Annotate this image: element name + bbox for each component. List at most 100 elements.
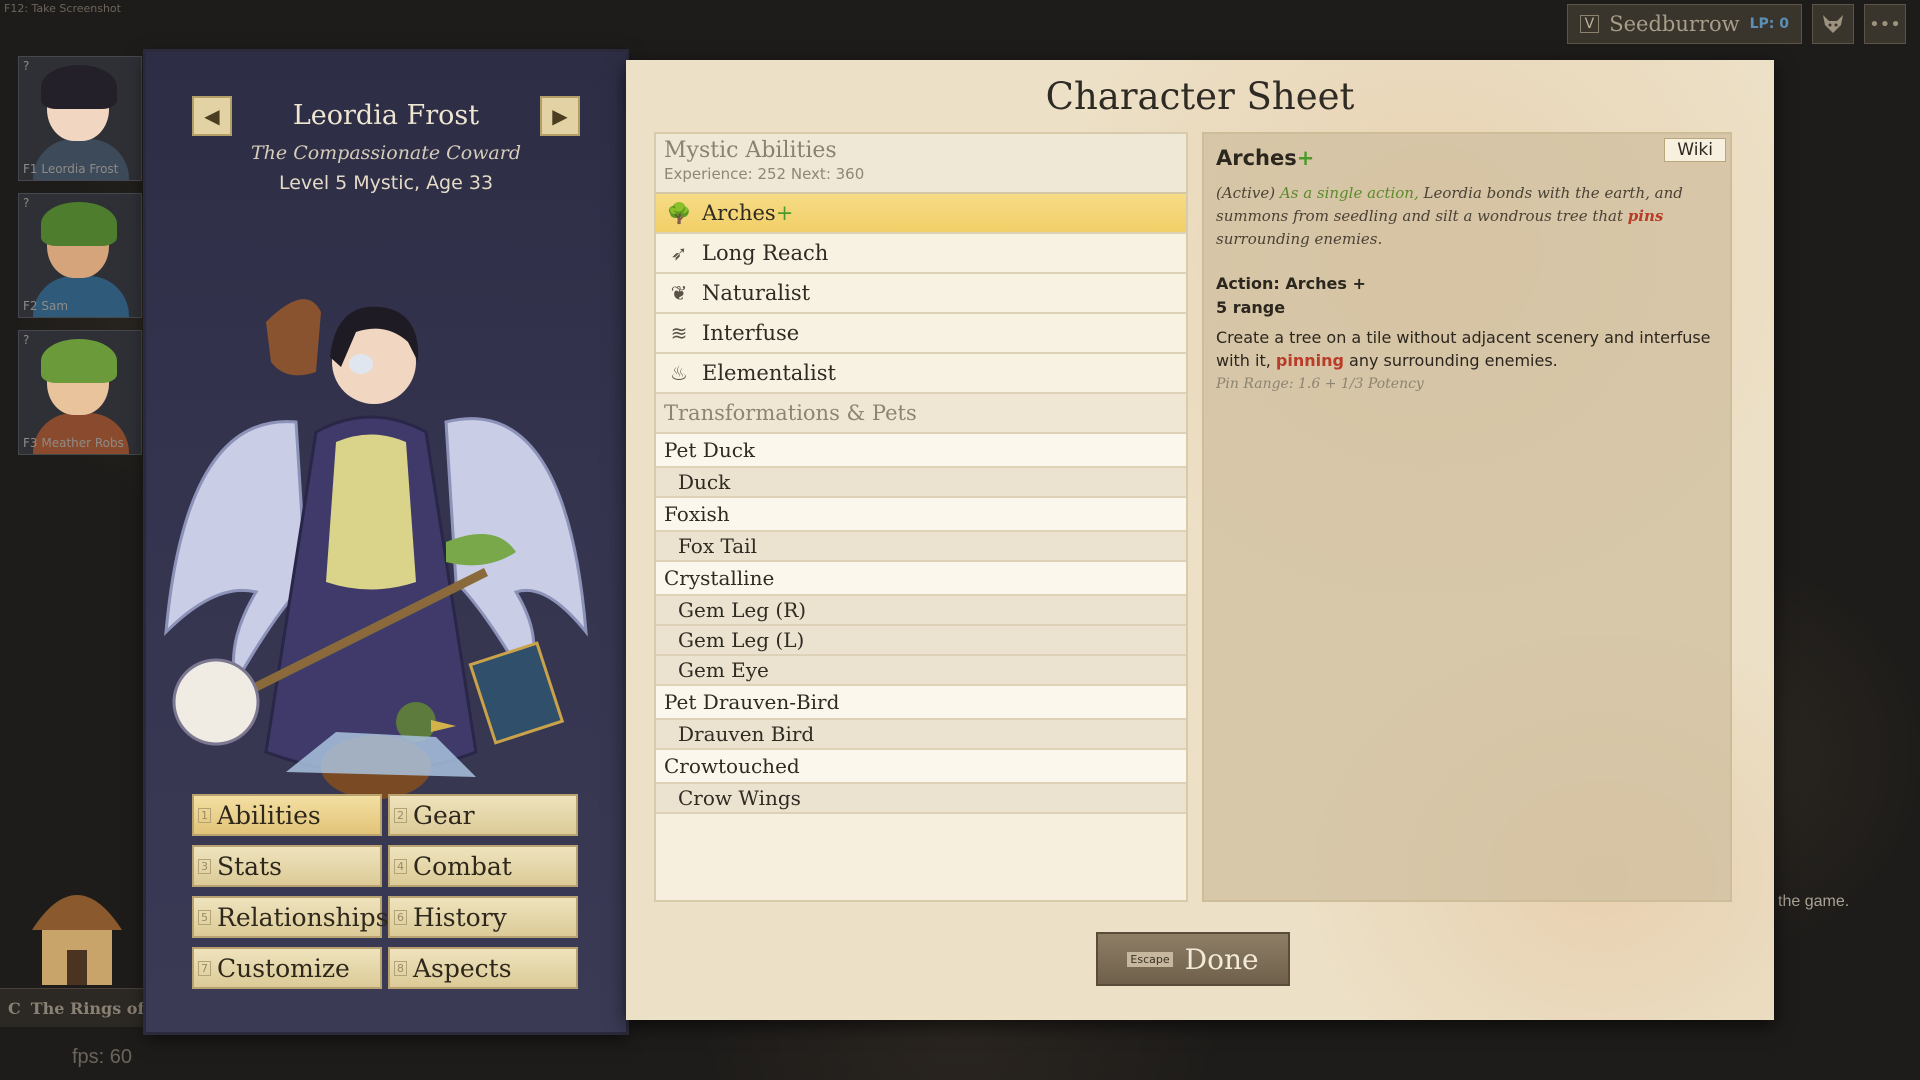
transform-duck[interactable]: Duck bbox=[656, 468, 1186, 498]
done-label: Done bbox=[1184, 942, 1259, 976]
party-slot-number: ? bbox=[23, 333, 30, 347]
transform-drauven-bird[interactable]: Drauven Bird bbox=[656, 720, 1186, 750]
background-text: the game. bbox=[1778, 893, 1850, 910]
detail-title: Arches+ bbox=[1216, 146, 1315, 170]
party-member-name: F2 Sam bbox=[23, 299, 69, 313]
party-member-2[interactable]: ? F2 Sam bbox=[18, 193, 142, 318]
transform-crystalline[interactable]: Crystalline bbox=[656, 562, 1186, 596]
tab-key: 6 bbox=[394, 909, 407, 925]
character-panel: ◀ ▶ Leordia Frost The Compassionate Cowa… bbox=[146, 52, 626, 1032]
wave-icon: ≋ bbox=[670, 321, 688, 345]
character-name: Leordia Frost bbox=[292, 100, 480, 131]
fps-counter: fps: 60 bbox=[72, 1046, 133, 1068]
tab-label: Gear bbox=[413, 800, 475, 830]
transform-crowtouched[interactable]: Crowtouched bbox=[656, 750, 1186, 784]
transform-foxish[interactable]: Foxish bbox=[656, 498, 1186, 532]
tab-stats[interactable]: 3 Stats bbox=[192, 845, 382, 887]
transform-gem-eye[interactable]: Gem Eye bbox=[656, 656, 1186, 686]
tab-history[interactable]: 6 History bbox=[388, 896, 578, 938]
wolf-head-icon[interactable] bbox=[1812, 4, 1854, 44]
tab-key: 3 bbox=[198, 858, 211, 874]
reach-icon: ➶ bbox=[670, 241, 688, 265]
eyepatch bbox=[349, 354, 373, 374]
ability-label: Interfuse bbox=[702, 321, 800, 345]
tab-label: Combat bbox=[413, 851, 512, 881]
transform-gem-leg-l[interactable]: Gem Leg (L) bbox=[656, 626, 1186, 656]
tab-key: 7 bbox=[198, 960, 211, 976]
tab-relationships[interactable]: 5 Relationships bbox=[192, 896, 388, 938]
book bbox=[468, 641, 565, 745]
tab-key: 5 bbox=[198, 909, 211, 925]
abilities-header: Mystic Abilities Experience: 252 Next: 3… bbox=[656, 134, 1186, 194]
pin-range: Pin Range: 1.6 + 1/3 Potency bbox=[1216, 376, 1424, 392]
tab-abilities[interactable]: 1 Abilities bbox=[192, 794, 382, 836]
tab-label: Abilities bbox=[217, 800, 321, 830]
character-portrait bbox=[164, 299, 588, 799]
character-tabs: 1 Abilities 2 Gear 3 Stats 4 Combat 5 Relatio… bbox=[192, 794, 578, 989]
sheet-title: Character Sheet bbox=[1045, 75, 1355, 118]
character-title: The Compassionate Coward bbox=[251, 142, 521, 164]
done-button[interactable]: Escape Done bbox=[1096, 932, 1290, 986]
character-level: Level 5 Mystic, Age 33 bbox=[278, 172, 494, 194]
tab-label: Customize bbox=[217, 953, 350, 983]
tab-key: 1 bbox=[198, 807, 211, 823]
tab-key: 8 bbox=[394, 960, 407, 976]
flame-drop-icon: ♨ bbox=[670, 361, 688, 385]
detail-description: (Active) As a single action, Leordia bon… bbox=[1216, 184, 1683, 248]
tab-key: 2 bbox=[394, 807, 407, 823]
abilities-header-title: Mystic Abilities bbox=[664, 138, 837, 163]
escape-key-hint: Escape bbox=[1127, 951, 1173, 967]
tab-aspects[interactable]: 8 Aspects bbox=[388, 947, 578, 989]
party-member-1[interactable]: ? F1 Leordia Frost bbox=[18, 56, 142, 181]
transform-fox-tail[interactable]: Fox Tail bbox=[656, 532, 1186, 562]
portrait-hair bbox=[41, 339, 117, 383]
hut-illustration bbox=[32, 895, 122, 985]
ability-label: Naturalist bbox=[702, 281, 811, 305]
transform-pet-drauven-bird[interactable]: Pet Drauven-Bird bbox=[656, 686, 1186, 720]
ability-interfuse[interactable]: ≋ Interfuse bbox=[656, 314, 1186, 354]
transform-pet-duck[interactable]: Pet Duck bbox=[656, 434, 1186, 468]
detail-body: Create a tree on a tile without adjacent… bbox=[1216, 328, 1711, 370]
transform-crow-wings[interactable]: Crow Wings bbox=[656, 784, 1186, 814]
experience-readout: Experience: 252 Next: 360 bbox=[664, 165, 865, 183]
transform-gem-leg-r[interactable]: Gem Leg (R) bbox=[656, 596, 1186, 626]
location-name: Seedburrow bbox=[1609, 12, 1740, 36]
ability-list[interactable]: Mystic Abilities Experience: 252 Next: 3… bbox=[654, 132, 1188, 902]
location-chip[interactable]: V Seedburrow LP: 0 bbox=[1566, 4, 1802, 44]
ability-label: Long Reach bbox=[702, 241, 829, 265]
party-list: ? F1 Leordia Frost ? F2 Sam ? F3 Meather… bbox=[18, 56, 142, 455]
location-key: V bbox=[1579, 15, 1600, 33]
party-member-name: F3 Meather Robs bbox=[23, 436, 124, 450]
portrait-hair bbox=[41, 65, 117, 109]
ability-long-reach[interactable]: ➶ Long Reach bbox=[656, 234, 1186, 274]
tab-customize[interactable]: 7 Customize bbox=[192, 947, 382, 989]
screenshot-hint: F12: Take Screenshot bbox=[4, 2, 121, 15]
wiki-button[interactable]: Wiki bbox=[1664, 138, 1726, 162]
party-member-3[interactable]: ? F3 Meather Robs bbox=[18, 330, 142, 455]
tab-key: 4 bbox=[394, 858, 407, 874]
ability-arches[interactable]: 🌳 Arches+ bbox=[656, 194, 1186, 234]
quest-key: C bbox=[8, 998, 21, 1018]
tab-label: Relationships bbox=[217, 902, 389, 932]
ability-naturalist[interactable]: ❦ Naturalist bbox=[656, 274, 1186, 314]
tree-icon: 🌳 bbox=[666, 201, 692, 225]
tab-gear[interactable]: 2 Gear bbox=[388, 794, 578, 836]
transformations-header: Transformations & Pets bbox=[656, 394, 1186, 434]
menu-dots-icon[interactable]: ••• bbox=[1864, 4, 1906, 44]
ability-label: Arches+ bbox=[702, 201, 794, 225]
tab-label: Aspects bbox=[413, 953, 512, 983]
portrait-hair bbox=[41, 202, 117, 246]
detail-action: Action: Arches +5 range bbox=[1216, 274, 1366, 317]
vine-icon: ❦ bbox=[670, 281, 688, 305]
tab-label: History bbox=[413, 902, 507, 932]
tab-combat[interactable]: 4 Combat bbox=[388, 845, 578, 887]
feather-fan bbox=[172, 658, 260, 746]
party-slot-number: ? bbox=[23, 59, 30, 73]
character-sheet: Character Sheet Mystic Abilities Experie… bbox=[626, 60, 1774, 1020]
sash bbox=[326, 434, 416, 590]
party-member-name: F1 Leordia Frost bbox=[23, 162, 119, 176]
party-slot-number: ? bbox=[23, 196, 30, 210]
ability-detail-panel: Wiki Arches+ (Active) As a single action… bbox=[1202, 132, 1732, 902]
tab-label: Stats bbox=[217, 851, 282, 881]
ability-elementalist[interactable]: ♨ Elementalist bbox=[656, 354, 1186, 394]
